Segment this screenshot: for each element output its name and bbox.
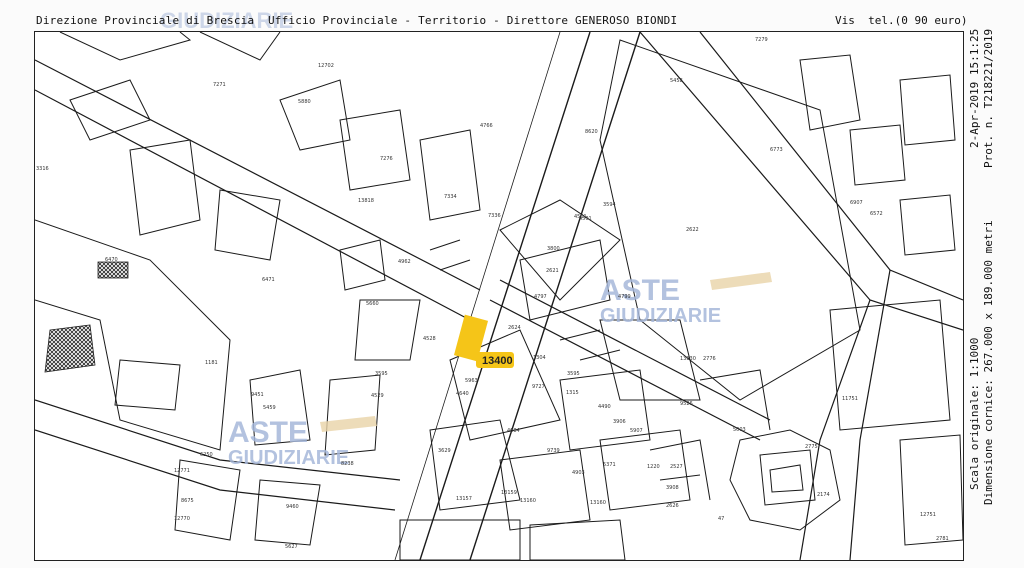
- parcel-number: 6471: [262, 277, 275, 283]
- parcel-number: 9460: [286, 504, 299, 510]
- hatched-building: [97, 261, 129, 279]
- parcel-number: 3908: [666, 485, 679, 491]
- parcel-number: 1304: [533, 355, 546, 361]
- parcel-number: 5371: [603, 462, 616, 468]
- watermark-giudiziarie: GIUDIZIARIE: [228, 447, 349, 469]
- parcel-number: 3316: [36, 166, 49, 172]
- cadastral-map: 13400 ASTE GIUDIZIARIE ASTE GIUDIZIARIE …: [35, 8, 963, 560]
- parcel-number: 4797: [534, 294, 547, 300]
- print-date: 2-Apr-2019 15:1:25: [968, 28, 981, 148]
- parcel-number: 2624: [508, 325, 521, 331]
- parcel-number: 5907: [630, 428, 643, 434]
- parcel-number: 13157: [456, 496, 472, 502]
- parcel-number: 6250: [200, 452, 213, 458]
- parcel-number: 2781: [936, 536, 949, 542]
- parcel-number: 9727: [532, 384, 545, 390]
- parcel-number: 5660: [366, 301, 379, 307]
- parcel-number: 4528: [423, 336, 436, 342]
- parcel-number: 2776: [703, 356, 716, 362]
- parcel-number: 9526: [680, 401, 693, 407]
- parcel-number: 8675: [181, 498, 194, 504]
- original-scale: Scala originale: 1:1000: [968, 337, 981, 490]
- document-fee: Vis tel.(0 90 euro): [835, 14, 968, 27]
- parcel-number: 2527: [670, 464, 683, 470]
- parcel-number: 7334: [444, 194, 457, 200]
- parcel-number: 3629: [438, 448, 451, 454]
- watermark-giudiziarie: GIUDIZIARIE: [600, 305, 721, 327]
- parcel-number: 13160: [590, 500, 606, 506]
- parcel-number: 3594: [603, 202, 616, 208]
- parcel-number: 3595: [375, 371, 388, 377]
- parcel-number: 4529: [371, 393, 384, 399]
- parcel-number: 5880: [298, 99, 311, 105]
- parcel-number: 13159: [501, 490, 517, 496]
- parcel-number: 5459: [263, 405, 276, 411]
- parcel-number: 13160: [520, 498, 536, 504]
- parcel-number: 6907: [850, 200, 863, 206]
- parcel-number: 11751: [842, 396, 858, 402]
- parcel-number: 1181: [205, 360, 218, 366]
- parcel-number: 2622: [686, 227, 699, 233]
- frame-dimension: Dimensione cornice: 267.000 x 189.000 me…: [982, 220, 995, 505]
- parcel-number: 7271: [213, 82, 226, 88]
- parcel-number: 13818: [358, 198, 374, 204]
- parcel-number: 4962: [398, 259, 411, 265]
- parcel-number: 12770: [174, 516, 190, 522]
- gavel-icon: [320, 416, 377, 432]
- highlighted-parcel-label: 13400: [482, 355, 513, 367]
- parcel-number: 4799: [618, 294, 631, 300]
- parcel-number: 5003: [733, 427, 746, 433]
- parcel-number: 4766: [480, 123, 493, 129]
- hatched-building: [44, 324, 96, 373]
- parcel-number: 9451: [251, 392, 264, 398]
- cadastral-sheet: 13400 ASTE GIUDIZIARIE ASTE GIUDIZIARIE …: [0, 0, 1024, 568]
- parcel-number: 12771: [174, 468, 190, 474]
- watermark-aste: ASTE: [228, 416, 308, 449]
- watermark-aste: ASTE: [600, 274, 680, 307]
- parcel-number: 4640: [456, 391, 469, 397]
- parcel-number: 5627: [285, 544, 298, 550]
- parcel-number: 1315: [566, 390, 579, 396]
- parcel-number: 7279: [755, 37, 768, 43]
- parcel-number: 2626: [666, 503, 679, 509]
- parcel-number: 8620: [585, 129, 598, 135]
- parcel-number: 8238: [341, 461, 354, 467]
- parcel-number: 6773: [770, 147, 783, 153]
- parcel-number: 4684: [507, 428, 520, 434]
- parcel-number: 4903: [572, 470, 585, 476]
- parcel-number: 1220: [647, 464, 660, 470]
- gavel-icon: [710, 272, 772, 290]
- parcel-number: 2775: [805, 444, 818, 450]
- parcel-number: 6572: [870, 211, 883, 217]
- parcel-number: 2174: [817, 492, 830, 498]
- parcel-number: 4501: [579, 216, 592, 222]
- parcel-number: 7336: [488, 213, 501, 219]
- parcel-number: 47: [718, 516, 724, 522]
- parcel-number: 5458: [670, 78, 683, 84]
- document-header: Direzione Provinciale di Brescia Ufficio…: [36, 14, 678, 27]
- parcel-number: 3800: [547, 246, 560, 252]
- parcel-number: 5963: [465, 378, 478, 384]
- parcel-number: 4490: [598, 404, 611, 410]
- parcel-number: 12702: [318, 63, 334, 69]
- protocol-number: Prot. n. T218221/2019: [982, 28, 995, 168]
- parcel-number: 7276: [380, 156, 393, 162]
- parcel-number: 3906: [613, 419, 626, 425]
- parcel-number: 12751: [920, 512, 936, 518]
- parcel-number: 3595: [567, 371, 580, 377]
- parcel-number: 6470: [105, 257, 118, 263]
- parcel-number: 13830: [680, 356, 696, 362]
- parcel-number: 2621: [546, 268, 559, 274]
- parcel-number: 9739: [547, 448, 560, 454]
